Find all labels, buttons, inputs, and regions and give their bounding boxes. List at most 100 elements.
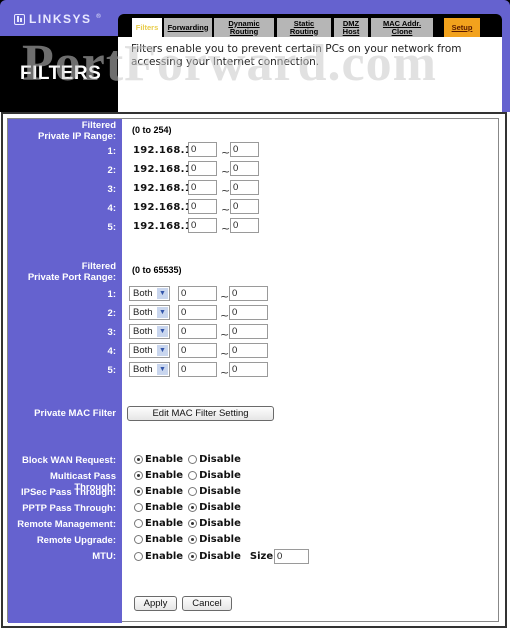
mtu-disable-radio[interactable] xyxy=(188,552,198,561)
range-separator: ~ xyxy=(221,222,231,235)
description-panel: Filters enable you to prevent certain PC… xyxy=(118,37,502,112)
tab-static-routing[interactable]: Static Routing xyxy=(277,18,331,37)
block-wan-request-radios: Enable Disable xyxy=(134,454,246,465)
mac-filter-label: Private MAC Filter xyxy=(34,408,116,419)
port-row-label: 1: xyxy=(107,289,116,300)
ip-range-4-start[interactable] xyxy=(188,199,217,214)
multicast-enable-radio[interactable] xyxy=(134,471,143,480)
tab-setup[interactable]: Setup xyxy=(444,18,480,37)
ip-range-4-end[interactable] xyxy=(230,199,259,214)
tab-dmz-host[interactable]: DMZ Host xyxy=(334,18,368,37)
pptp-disable-radio[interactable] xyxy=(188,503,198,512)
linksys-logo: LINKSYS ® xyxy=(14,11,102,27)
registered-mark: ® xyxy=(95,12,102,20)
enable-label: Enable xyxy=(145,551,184,562)
ipsec-disable-radio[interactable] xyxy=(188,487,198,496)
remote-management-disable-radio[interactable] xyxy=(188,519,198,528)
port-range-4-end[interactable] xyxy=(229,343,268,358)
remote-upgrade-radios: Enable Disable xyxy=(134,534,246,545)
chevron-down-icon: ▼ xyxy=(157,345,168,356)
port-range-5-start[interactable] xyxy=(178,362,217,377)
port-range-2-start[interactable] xyxy=(178,305,217,320)
port-2-protocol-select[interactable]: Both ▼ xyxy=(129,305,170,320)
page-description: Filters enable you to prevent certain PC… xyxy=(131,43,462,68)
port-1-protocol-select[interactable]: Both ▼ xyxy=(129,286,170,301)
ip-row-label: 4: xyxy=(107,203,116,214)
port-range-4-start[interactable] xyxy=(178,343,217,358)
ip-range-3-end[interactable] xyxy=(230,180,259,195)
ip-prefix: 192.168.1. xyxy=(133,202,197,213)
protocol-value: Both xyxy=(133,364,153,375)
protocol-value: Both xyxy=(133,307,153,318)
block-wan-enable-radio[interactable] xyxy=(134,455,143,464)
ip-range-3-start[interactable] xyxy=(188,180,217,195)
disable-label: Disable xyxy=(199,551,241,562)
enable-label: Enable xyxy=(145,518,184,529)
multicast-disable-radio[interactable] xyxy=(188,471,198,480)
ip-row-label: 1: xyxy=(107,146,116,157)
remote-upgrade-disable-radio[interactable] xyxy=(188,535,198,544)
settings-frame: Filtered Private IP Range: (0 to 254) 1:… xyxy=(1,112,507,628)
ip-range-5-start[interactable] xyxy=(188,218,217,233)
ipsec-pass-through-radios: Enable Disable xyxy=(134,486,246,497)
range-separator: ~ xyxy=(221,165,231,178)
mtu-enable-radio[interactable] xyxy=(134,552,143,561)
port-range-2-end[interactable] xyxy=(229,305,268,320)
disable-label: Disable xyxy=(199,486,241,497)
range-separator: ~ xyxy=(221,203,231,216)
block-wan-disable-radio[interactable] xyxy=(188,455,198,464)
ip-row-label: 3: xyxy=(107,184,116,195)
port-range-1-start[interactable] xyxy=(178,286,217,301)
header: LINKSYS ® Filters Forwarding Dynamic Rou… xyxy=(0,0,510,112)
option-label: Block WAN Request: xyxy=(22,455,116,466)
disable-label: Disable xyxy=(199,518,241,529)
option-label: Remote Management: xyxy=(17,519,116,530)
port-3-protocol-select[interactable]: Both ▼ xyxy=(129,324,170,339)
port-range-1-end[interactable] xyxy=(229,286,268,301)
pptp-enable-radio[interactable] xyxy=(134,503,143,512)
tab-dynamic-routing[interactable]: Dynamic Routing xyxy=(214,18,274,37)
logo-text: LINKSYS xyxy=(29,12,92,26)
ip-range-label-line2: Private IP Range: xyxy=(38,131,116,142)
ip-range-label: Filtered Private IP Range: xyxy=(8,120,116,142)
edit-mac-filter-button[interactable]: Edit MAC Filter Setting xyxy=(127,406,274,421)
port-row-label: 2: xyxy=(107,308,116,319)
disable-label: Disable xyxy=(199,534,241,545)
ip-row-label: 5: xyxy=(107,222,116,233)
port-row-label: 4: xyxy=(107,346,116,357)
port-range-label: Filtered Private Port Range: xyxy=(8,261,116,283)
port-range-3-start[interactable] xyxy=(178,324,217,339)
port-range-3-end[interactable] xyxy=(229,324,268,339)
port-row-label: 5: xyxy=(107,365,116,376)
option-label: Remote Upgrade: xyxy=(36,535,116,546)
ipsec-enable-radio[interactable] xyxy=(134,487,143,496)
ip-range-2-end[interactable] xyxy=(230,161,259,176)
ip-range-hint: (0 to 254) xyxy=(132,125,172,135)
port-5-protocol-select[interactable]: Both ▼ xyxy=(129,362,170,377)
range-separator: ~ xyxy=(220,290,230,303)
ip-range-5-end[interactable] xyxy=(230,218,259,233)
chevron-down-icon: ▼ xyxy=(157,307,168,318)
ip-range-2-start[interactable] xyxy=(188,161,217,176)
ip-prefix: 192.168.1. xyxy=(133,183,197,194)
tab-filters[interactable]: Filters xyxy=(132,18,162,37)
remote-management-enable-radio[interactable] xyxy=(134,519,143,528)
pptp-pass-through-radios: Enable Disable xyxy=(134,502,246,513)
option-label: IPSec Pass Through: xyxy=(20,487,116,498)
ip-range-1-end[interactable] xyxy=(230,142,259,157)
port-range-hint: (0 to 65535) xyxy=(132,265,182,275)
mtu-size-input[interactable] xyxy=(274,549,309,564)
remote-upgrade-enable-radio[interactable] xyxy=(134,535,143,544)
tab-mac-addr-clone[interactable]: MAC Addr. Clone xyxy=(371,18,433,37)
apply-button[interactable]: Apply xyxy=(134,596,177,611)
disable-label: Disable xyxy=(199,470,241,481)
tab-forwarding[interactable]: Forwarding xyxy=(164,18,212,37)
port-range-5-end[interactable] xyxy=(229,362,268,377)
cancel-button[interactable]: Cancel xyxy=(182,596,232,611)
chevron-down-icon: ▼ xyxy=(157,364,168,375)
ip-range-1-start[interactable] xyxy=(188,142,217,157)
ip-row-label: 2: xyxy=(107,165,116,176)
settings-content: Filtered Private IP Range: (0 to 254) 1:… xyxy=(3,114,509,630)
port-4-protocol-select[interactable]: Both ▼ xyxy=(129,343,170,358)
range-separator: ~ xyxy=(220,366,230,379)
